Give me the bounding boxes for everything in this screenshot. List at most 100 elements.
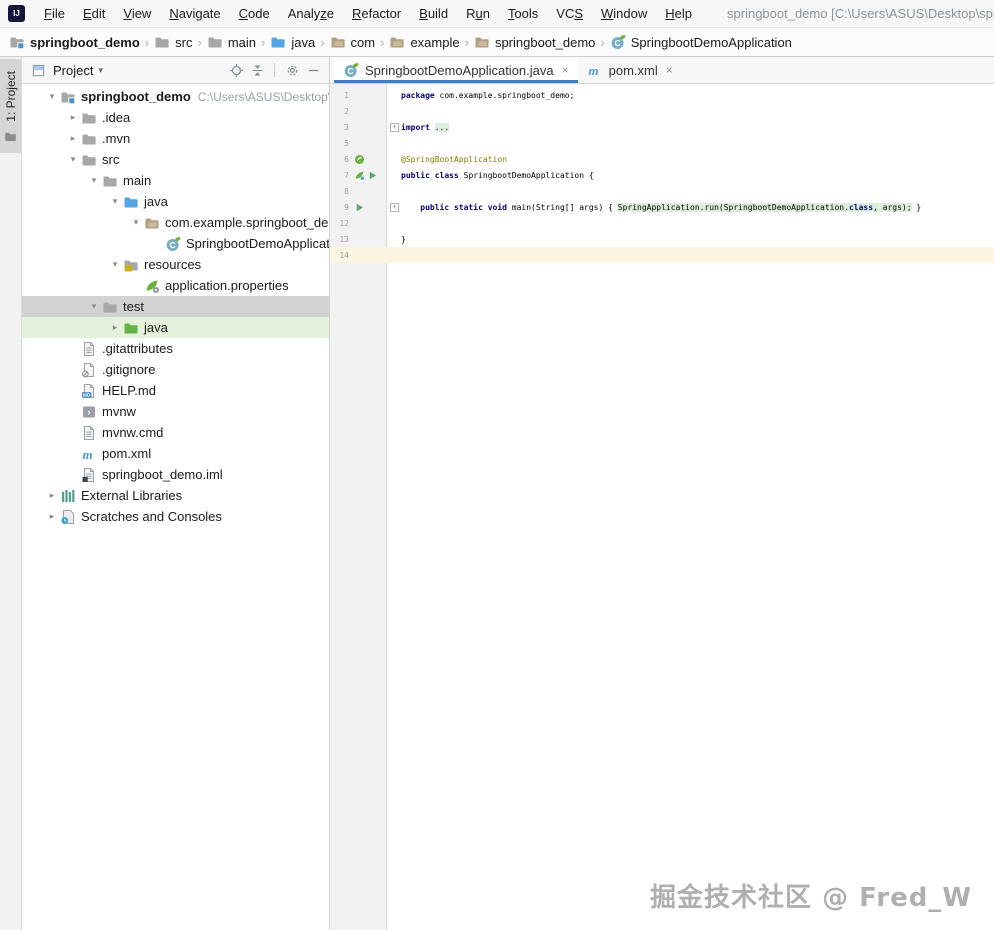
breadcrumb-item-com[interactable]: com: [330, 34, 375, 50]
svg-text:MD: MD: [83, 392, 91, 397]
code-line[interactable]: 8: [330, 183, 994, 199]
tree-item-external-libraries[interactable]: ▸ External Libraries: [22, 485, 329, 506]
breadcrumb-item-springboot-demo[interactable]: springboot_demo: [474, 34, 595, 50]
chevron-right-icon[interactable]: ▸: [65, 112, 81, 123]
file-text-icon: [81, 425, 97, 441]
gutter-cell: 2: [330, 107, 388, 116]
code-line[interactable]: 9 + public static void main(String[] args…: [330, 199, 994, 215]
chevron-down-icon[interactable]: ▾: [86, 301, 102, 312]
chevron-down-icon[interactable]: ▾: [107, 196, 123, 207]
code-line[interactable]: 5: [330, 135, 994, 151]
chevron-down-icon[interactable]: ▾: [128, 217, 144, 228]
tree-item-src[interactable]: ▾ src: [22, 149, 329, 170]
tree-item-mvnw-cmd[interactable]: mvnw.cmd: [22, 422, 329, 443]
breadcrumb-item-springboot-demo[interactable]: springboot_demo: [9, 34, 140, 50]
code-line[interactable]: 13}: [330, 231, 994, 247]
breadcrumb-item-main[interactable]: main: [207, 34, 256, 50]
editor-tab-pom-xml[interactable]: m pom.xml ×: [578, 57, 682, 83]
spring-leaf-icon[interactable]: [354, 170, 365, 181]
tree-item-scratches-and-consoles[interactable]: ▸ Scratches and Consoles: [22, 506, 329, 527]
tree-item-java[interactable]: ▸ java: [22, 317, 329, 338]
code-line[interactable]: 12: [330, 215, 994, 231]
code-line[interactable]: 3 + import ...: [330, 119, 994, 135]
menu-window[interactable]: Window: [592, 0, 656, 27]
chevron-down-icon[interactable]: ▾: [107, 259, 123, 270]
tree-item--gitattributes[interactable]: .gitattributes: [22, 338, 329, 359]
breadcrumb-item-springbootdemoapplication[interactable]: C SpringbootDemoApplication: [610, 34, 792, 50]
folder-test-icon: [124, 323, 138, 333]
chevron-down-icon[interactable]: ▾: [86, 175, 102, 186]
menu-analyze[interactable]: Analyze: [279, 0, 343, 27]
gutter-cell: 6: [330, 154, 388, 165]
tree-item--gitignore[interactable]: .gitignore: [22, 359, 329, 380]
tree-item-com-example-springboot-demo[interactable]: ▾ com.example.springboot_demo: [22, 212, 329, 233]
tree-item-mvnw[interactable]: › mvnw: [22, 401, 329, 422]
fold-marker-icon[interactable]: +: [390, 122, 399, 132]
folder-icon: [81, 110, 97, 126]
breadcrumb-label: springboot_demo: [494, 34, 596, 50]
tool-window-project-button[interactable]: 1: Project: [0, 59, 21, 153]
menu-file[interactable]: File: [35, 0, 74, 27]
chevron-down-icon[interactable]: ▾: [44, 91, 60, 102]
code-line[interactable]: 7 public class SpringbootDemoApplication …: [330, 167, 994, 183]
gutter-icons: [354, 154, 365, 165]
code-editor[interactable]: 1 package com.example.springboot_demo; 2 3 +…: [330, 84, 994, 930]
run-icon[interactable]: [367, 170, 378, 181]
fold-marker-icon[interactable]: +: [390, 202, 399, 212]
breadcrumb-item-java[interactable]: java: [270, 34, 315, 50]
tree-item-springboot-demo[interactable]: ▾ springboot_demo C:\Users\ASUS\Desktop\sp…: [22, 86, 329, 107]
editor-tab-springbootdemoapplication-java[interactable]: C SpringbootDemoApplication.java ×: [334, 57, 578, 83]
folder-src-icon: [124, 197, 138, 207]
code-line-caret[interactable]: 14: [330, 247, 994, 263]
run-icon[interactable]: [354, 202, 365, 213]
collapse-all-button[interactable]: [248, 61, 266, 79]
tree-item-springboot-demo-iml[interactable]: springboot_demo.iml: [22, 464, 329, 485]
settings-gear-button[interactable]: [283, 61, 301, 79]
close-icon[interactable]: ×: [562, 63, 569, 77]
tree-item--mvn[interactable]: ▸ .mvn: [22, 128, 329, 149]
hide-panel-button[interactable]: [304, 61, 322, 79]
tree-item-pom-xml[interactable]: m pom.xml: [22, 443, 329, 464]
menu-help[interactable]: Help: [656, 0, 701, 27]
tree-item-application-properties[interactable]: application.properties: [22, 275, 329, 296]
tree-item-label: springboot_demo.iml: [102, 467, 223, 482]
code-line[interactable]: 1 package com.example.springboot_demo;: [330, 87, 994, 103]
menu-view[interactable]: View: [114, 0, 160, 27]
code-line[interactable]: 2: [330, 103, 994, 119]
spring-boot-icon[interactable]: [354, 154, 365, 165]
menu-run[interactable]: Run: [457, 0, 499, 27]
breadcrumb-item-src[interactable]: src: [154, 34, 192, 50]
chevron-right-icon[interactable]: ▸: [65, 133, 81, 144]
close-icon[interactable]: ×: [666, 63, 673, 77]
menu-vcs[interactable]: VCS: [547, 0, 592, 27]
menu-refactor[interactable]: Refactor: [343, 0, 410, 27]
tree-item-main[interactable]: ▾ main: [22, 170, 329, 191]
tree-item-resources[interactable]: ▾ resources: [22, 254, 329, 275]
breadcrumb-separator: ›: [197, 34, 202, 50]
tree-item-springbootdemoapplication[interactable]: C SpringbootDemoApplication: [22, 233, 329, 254]
locate-file-button[interactable]: [227, 61, 245, 79]
breadcrumb-item-example[interactable]: example: [389, 34, 460, 50]
menu-edit[interactable]: Edit: [74, 0, 114, 27]
menu-code[interactable]: Code: [230, 0, 279, 27]
file-shell-icon: ›: [81, 404, 97, 420]
menu-build[interactable]: Build: [410, 0, 457, 27]
menu-navigate[interactable]: Navigate: [160, 0, 229, 27]
chevron-right-icon[interactable]: ▸: [44, 490, 60, 501]
project-panel-title[interactable]: Project: [53, 63, 93, 78]
code-text: package com.example.springboot_demo;: [401, 90, 575, 100]
chevron-right-icon[interactable]: ▸: [44, 511, 60, 522]
menu-tools[interactable]: Tools: [499, 0, 547, 27]
menu-list: File Edit View Navigate Code Analyze Refactor B…: [35, 0, 701, 27]
chevron-right-icon[interactable]: ▸: [107, 322, 123, 333]
spring-config-icon: [146, 280, 159, 293]
chevron-down-icon[interactable]: ▾: [65, 154, 81, 165]
tree-item-test[interactable]: ▾ test: [22, 296, 329, 317]
tree-item--idea[interactable]: ▸ .idea: [22, 107, 329, 128]
tool-window-project-label: 1: Project: [3, 71, 18, 122]
tree-item-help-md[interactable]: MD HELP.md: [22, 380, 329, 401]
project-view-icon: [29, 61, 47, 79]
chevron-down-icon[interactable]: ▾: [98, 65, 103, 76]
code-line[interactable]: 6 @SpringBootApplication: [330, 151, 994, 167]
tree-item-java[interactable]: ▾ java: [22, 191, 329, 212]
